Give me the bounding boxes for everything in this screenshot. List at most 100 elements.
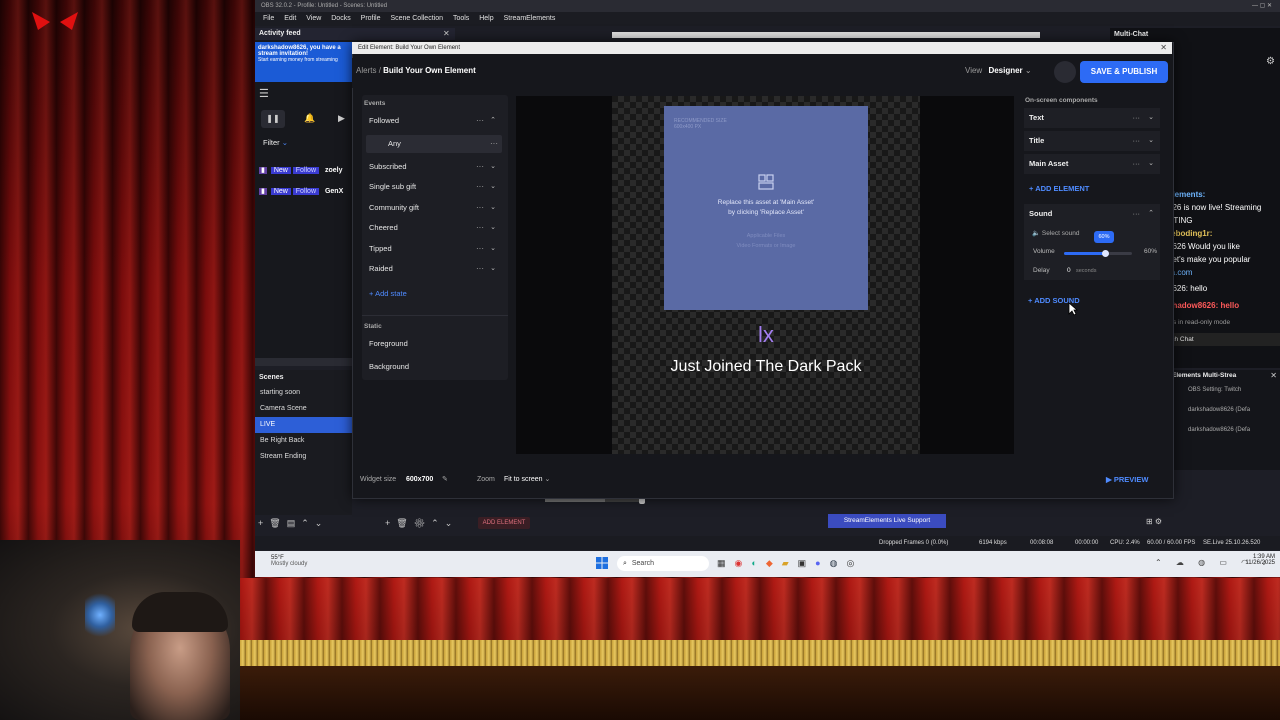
scene-item[interactable]: Camera Scene xyxy=(255,401,352,417)
chevron-down-icon[interactable]: ⌄ xyxy=(490,178,496,196)
add-element-obs-button[interactable]: ADD ELEMENT xyxy=(478,517,530,529)
store-bag-icon[interactable]: ▣ xyxy=(798,558,816,568)
filter-dropdown[interactable]: Filter ⌄ xyxy=(263,138,288,147)
chevron-down-icon[interactable]: ⌄ xyxy=(490,240,496,258)
alert-name-text[interactable]: lx xyxy=(612,322,920,348)
chevron-up-icon[interactable]: ⌃ xyxy=(490,112,496,130)
close-icon[interactable]: ✕ xyxy=(1160,42,1167,54)
multistream-row[interactable]: OBS Setting: Twitch xyxy=(1168,381,1280,393)
more-icon[interactable]: ··· xyxy=(476,219,484,237)
obs-icon[interactable]: ◎ xyxy=(846,558,863,568)
more-icon[interactable]: ··· xyxy=(476,240,484,258)
activity-promo-banner[interactable]: darkshadow8626, you have a stream invita… xyxy=(255,42,352,82)
scene-item[interactable]: Be Right Back xyxy=(255,433,352,449)
more-icon[interactable]: ··· xyxy=(476,199,484,217)
filter-icon[interactable]: ▤ xyxy=(287,518,302,528)
menu-tools[interactable]: Tools xyxy=(453,15,469,22)
add-icon[interactable]: + xyxy=(258,518,269,528)
event-state-any[interactable]: Any ··· xyxy=(366,135,502,153)
event-raided[interactable]: Raided ··· ⌄ xyxy=(362,260,508,278)
breadcrumb-parent[interactable]: Alerts xyxy=(356,66,376,75)
event-community-gift[interactable]: Community gift ··· ⌄ xyxy=(362,199,508,217)
main-asset-placeholder[interactable]: RECOMMENDED SIZE 600x400 PX Replace this… xyxy=(664,106,868,310)
down-icon[interactable]: ⌄ xyxy=(315,518,329,528)
gear-icon[interactable]: ⚙ xyxy=(414,518,431,528)
taskbar-clock[interactable]: 1:39 AM 11/26/2025 xyxy=(1235,554,1275,566)
up-icon[interactable]: ⌃ xyxy=(431,518,445,528)
chevron-down-icon[interactable]: ⌄ xyxy=(1148,108,1154,128)
twitch-chat-tab[interactable]: itch Chat xyxy=(1168,333,1280,346)
weather-widget[interactable]: 55°F Mostly cloudy xyxy=(271,555,307,567)
menu-scene-collection[interactable]: Scene Collection xyxy=(390,15,443,22)
source-toolbar[interactable]: +🗑⚙⌃⌄ xyxy=(385,518,458,529)
chevron-down-icon[interactable]: ⌄ xyxy=(490,158,496,176)
alert-message-text[interactable]: Just Joined The Dark Pack xyxy=(612,358,920,376)
event-single-sub-gift[interactable]: Single sub gift ··· ⌄ xyxy=(362,178,508,196)
chevron-up-icon[interactable]: ⌃ xyxy=(1148,209,1154,217)
down-icon[interactable]: ⌄ xyxy=(445,518,459,528)
scene-item[interactable]: starting soon xyxy=(255,385,352,401)
multistream-row[interactable]: darkshadow8626 (Defa xyxy=(1168,413,1280,433)
more-icon[interactable]: ··· xyxy=(476,158,484,176)
chevron-down-icon[interactable]: ⌄ xyxy=(1148,154,1154,174)
event-followed[interactable]: Followed ··· ⌃ xyxy=(362,112,508,130)
taskbar-apps[interactable]: ▦◉◐◆▰▣●◍◎ xyxy=(717,558,863,569)
skip-icon[interactable]: ▶ xyxy=(338,113,345,124)
chevron-down-icon[interactable]: ⌄ xyxy=(490,199,496,217)
close-icon[interactable]: ✕ xyxy=(1270,371,1277,380)
delay-input[interactable]: 0 xyxy=(1067,267,1071,274)
component-main-asset[interactable]: Main Asset ··· ⌄ xyxy=(1024,154,1160,174)
chevron-down-icon[interactable]: ⌄ xyxy=(1148,131,1154,151)
app-icon[interactable]: ◆ xyxy=(766,558,782,568)
event-tipped[interactable]: Tipped ··· ⌄ xyxy=(362,240,508,258)
store-icon[interactable]: ▦ xyxy=(717,558,735,568)
zoom-dropdown[interactable]: Fit to screen ⌄ xyxy=(504,468,550,492)
component-title[interactable]: Title ··· ⌄ xyxy=(1024,131,1160,151)
chevron-down-icon[interactable]: ⌄ xyxy=(490,219,496,237)
more-icon[interactable]: ··· xyxy=(1133,209,1141,218)
up-icon[interactable]: ⌃ xyxy=(301,518,315,528)
static-background[interactable]: Background xyxy=(362,358,508,376)
discord-icon[interactable]: ● xyxy=(815,558,829,568)
widget-size-value[interactable]: 600x700 xyxy=(406,468,433,492)
menu-file[interactable]: File xyxy=(263,15,274,22)
steam-icon[interactable]: ◍ xyxy=(830,558,847,568)
multistream-row[interactable]: darkshadow8626 (Defa xyxy=(1168,393,1280,413)
more-icon[interactable]: ··· xyxy=(476,260,484,278)
bell-icon[interactable]: 🔔 xyxy=(304,113,315,124)
avatar[interactable] xyxy=(1054,61,1076,83)
add-state-button[interactable]: + Add state xyxy=(369,289,407,298)
window-controls[interactable]: — ▢ ✕ xyxy=(1252,0,1272,12)
add-icon[interactable]: + xyxy=(385,518,396,528)
trash-icon[interactable]: 🗑 xyxy=(269,518,286,528)
more-icon[interactable]: ··· xyxy=(1133,108,1141,128)
save-publish-button[interactable]: SAVE & PUBLISH xyxy=(1080,61,1168,83)
chrome-icon[interactable]: ◉ xyxy=(735,558,752,568)
scene-item[interactable]: Stream Ending xyxy=(255,449,352,465)
menu-help[interactable]: Help xyxy=(479,15,493,22)
scene-item-active[interactable]: LIVE xyxy=(255,417,352,433)
dock-scrollbar[interactable] xyxy=(255,358,352,366)
add-element-button[interactable]: + ADD ELEMENT xyxy=(1029,184,1089,193)
se-live-support-button[interactable]: StreamElements Live Support xyxy=(828,514,946,528)
menu-view[interactable]: View xyxy=(306,15,321,22)
scene-toolbar[interactable]: +🗑▤⌃⌄ xyxy=(258,518,328,529)
pencil-icon[interactable]: ✎ xyxy=(442,468,448,492)
event-subscribed[interactable]: Subscribed ··· ⌄ xyxy=(362,158,508,176)
component-text[interactable]: Text ··· ⌄ xyxy=(1024,108,1160,128)
close-icon[interactable]: ✕ xyxy=(443,29,450,38)
pause-button[interactable]: ❚❚ xyxy=(261,110,285,128)
hamburger-menu-icon[interactable]: ☰ xyxy=(259,87,269,100)
edge-icon[interactable]: ◐ xyxy=(751,558,765,568)
chevron-down-icon[interactable]: ⌄ xyxy=(490,260,496,278)
event-cheered[interactable]: Cheered ··· ⌄ xyxy=(362,219,508,237)
static-foreground[interactable]: Foreground xyxy=(362,335,508,353)
gear-icon[interactable]: ⚙ xyxy=(1266,56,1275,67)
more-icon[interactable]: ··· xyxy=(476,112,484,130)
preview-button[interactable]: ▶ PREVIEW xyxy=(1106,468,1148,492)
dock-settings-icon[interactable]: ⊞ ⚙ xyxy=(1146,517,1162,526)
menu-edit[interactable]: Edit xyxy=(284,15,296,22)
more-icon[interactable]: ··· xyxy=(476,178,484,196)
menu-docks[interactable]: Docks xyxy=(331,15,350,22)
volume-slider-knob[interactable] xyxy=(1101,250,1109,257)
